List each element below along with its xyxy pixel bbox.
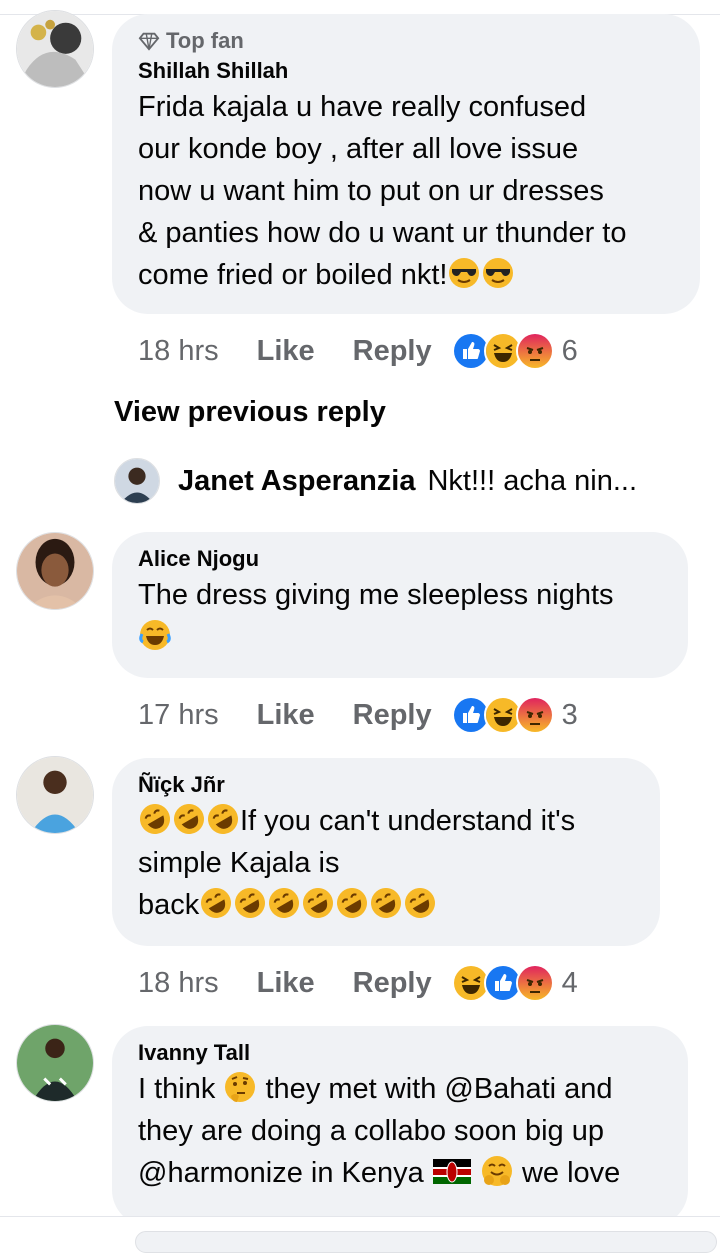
comment-line: Frida kajala u have really confused — [138, 91, 587, 123]
angry-reaction-icon — [515, 332, 554, 370]
reaction-count: 4 — [561, 966, 578, 999]
comment-line: The dress giving me sleepless nights — [138, 579, 614, 611]
sunglasses-emoji-icon — [481, 256, 515, 290]
rofl-emoji-icon — [138, 802, 172, 836]
comment-line: & panties how do u want ur thunder to — [138, 217, 627, 249]
comment-line-text: they met with @Bahati and — [265, 1073, 613, 1105]
comment-line: they are doing a collabo soon big up — [138, 1115, 604, 1147]
rofl-emoji-icon — [199, 886, 233, 920]
rofl-emoji-run — [199, 886, 437, 921]
reaction-count: 3 — [561, 698, 578, 731]
top-divider — [0, 0, 720, 15]
comment-line: come fried or boiled nkt! — [138, 254, 674, 296]
avatar-alice[interactable] — [16, 532, 94, 610]
tears-of-joy-emoji-icon — [138, 618, 172, 652]
thinking-emoji-icon — [223, 1070, 257, 1104]
kenya-flag-icon — [432, 1154, 472, 1188]
reaction-summary[interactable]: 6 — [451, 332, 578, 370]
comment-line: @harmonize in Kenya we love — [138, 1152, 662, 1194]
comment-actions: 18 hrs Like Reply 6 — [138, 332, 578, 370]
comment-text: Frida kajala u have really confused our … — [138, 86, 674, 296]
comment-line-text: If you can't understand it's — [240, 805, 576, 837]
comment-line: now u want him to put on ur dresses — [138, 175, 604, 207]
rofl-emoji-icon — [301, 886, 335, 920]
comment-composer-bar — [0, 1216, 720, 1253]
comment-line: If you can't understand it's — [138, 800, 634, 842]
reply-author[interactable]: Janet Asperanzia — [178, 465, 415, 498]
timestamp[interactable]: 18 hrs — [138, 335, 219, 368]
top-fan-label: Top fan — [166, 28, 244, 53]
comment-line: simple Kajala is — [138, 847, 340, 879]
comment-line-text: we love — [521, 1157, 621, 1189]
comment-bubble: Ivanny Tall I think they met with @Bahat… — [112, 1026, 688, 1226]
rofl-emoji-icon — [267, 886, 301, 920]
reaction-count: 6 — [561, 334, 578, 367]
reaction-summary[interactable]: 4 — [451, 964, 578, 1002]
avatar-ivanny[interactable] — [16, 1024, 94, 1102]
comment-bubble: Top fan Shillah Shillah Frida kajala u h… — [112, 14, 700, 314]
angry-reaction-icon — [515, 696, 554, 734]
timestamp[interactable]: 17 hrs — [138, 699, 219, 732]
reply-button[interactable]: Reply — [353, 335, 432, 368]
comment-bubble: Alice Njogu The dress giving me sleeples… — [112, 532, 688, 678]
like-button[interactable]: Like — [257, 967, 315, 1000]
avatar-nick[interactable] — [16, 756, 94, 834]
avatar-shillah[interactable] — [16, 10, 94, 88]
comment-text: I think they met with @Bahati and they a… — [138, 1068, 662, 1194]
write-comment-input[interactable] — [135, 1231, 717, 1253]
top-fan-badge: Top fan — [138, 26, 674, 56]
like-button[interactable]: Like — [257, 335, 315, 368]
reply-text: Nkt!!! acha nin... — [427, 464, 638, 497]
comment-author[interactable]: Shillah Shillah — [138, 56, 674, 86]
comment-line-text: I think — [138, 1073, 216, 1105]
rofl-emoji-icon — [369, 886, 403, 920]
reply-button[interactable]: Reply — [353, 699, 432, 732]
comment-line-text: come fried or boiled nkt! — [138, 259, 448, 291]
sunglasses-emoji-icon — [447, 256, 481, 290]
comment-line-text: @harmonize in Kenya — [138, 1157, 424, 1189]
angry-reaction-icon — [515, 964, 554, 1002]
rofl-emoji-icon — [403, 886, 437, 920]
comment-line: our konde boy , after all love issue — [138, 133, 579, 165]
view-previous-reply-link[interactable]: View previous reply — [114, 396, 386, 429]
avatar-janet[interactable] — [114, 458, 160, 504]
comment-text: If you can't understand it's simple Kaja… — [138, 800, 634, 926]
rofl-emoji-icon — [206, 802, 240, 836]
reply-button[interactable]: Reply — [353, 967, 432, 1000]
reply-preview[interactable]: Janet Asperanzia Nkt!!! acha nin... — [114, 458, 637, 504]
comment-line — [138, 616, 662, 658]
timestamp[interactable]: 18 hrs — [138, 967, 219, 1000]
like-button[interactable]: Like — [257, 699, 315, 732]
comment-actions: 17 hrs Like Reply 3 — [138, 696, 578, 734]
hugging-emoji-icon — [480, 1154, 514, 1188]
reaction-summary[interactable]: 3 — [451, 696, 578, 734]
comment-line: back — [138, 884, 634, 926]
rofl-emoji-icon — [233, 886, 267, 920]
comment-author[interactable]: Ñïçk Jñr — [138, 770, 634, 800]
comment-bubble: Ñïçk Jñr If you can't understand it's si… — [112, 758, 660, 946]
comment-author[interactable]: Alice Njogu — [138, 544, 662, 574]
comment-author[interactable]: Ivanny Tall — [138, 1038, 662, 1068]
rofl-emoji-icon — [172, 802, 206, 836]
comment-text: The dress giving me sleepless nights — [138, 574, 662, 658]
comment-line-text: back — [138, 889, 200, 921]
rofl-emoji-icon — [335, 886, 369, 920]
diamond-icon — [138, 32, 160, 51]
comment-actions: 18 hrs Like Reply 4 — [138, 964, 578, 1002]
comment-line: I think they met with @Bahati and — [138, 1068, 662, 1110]
